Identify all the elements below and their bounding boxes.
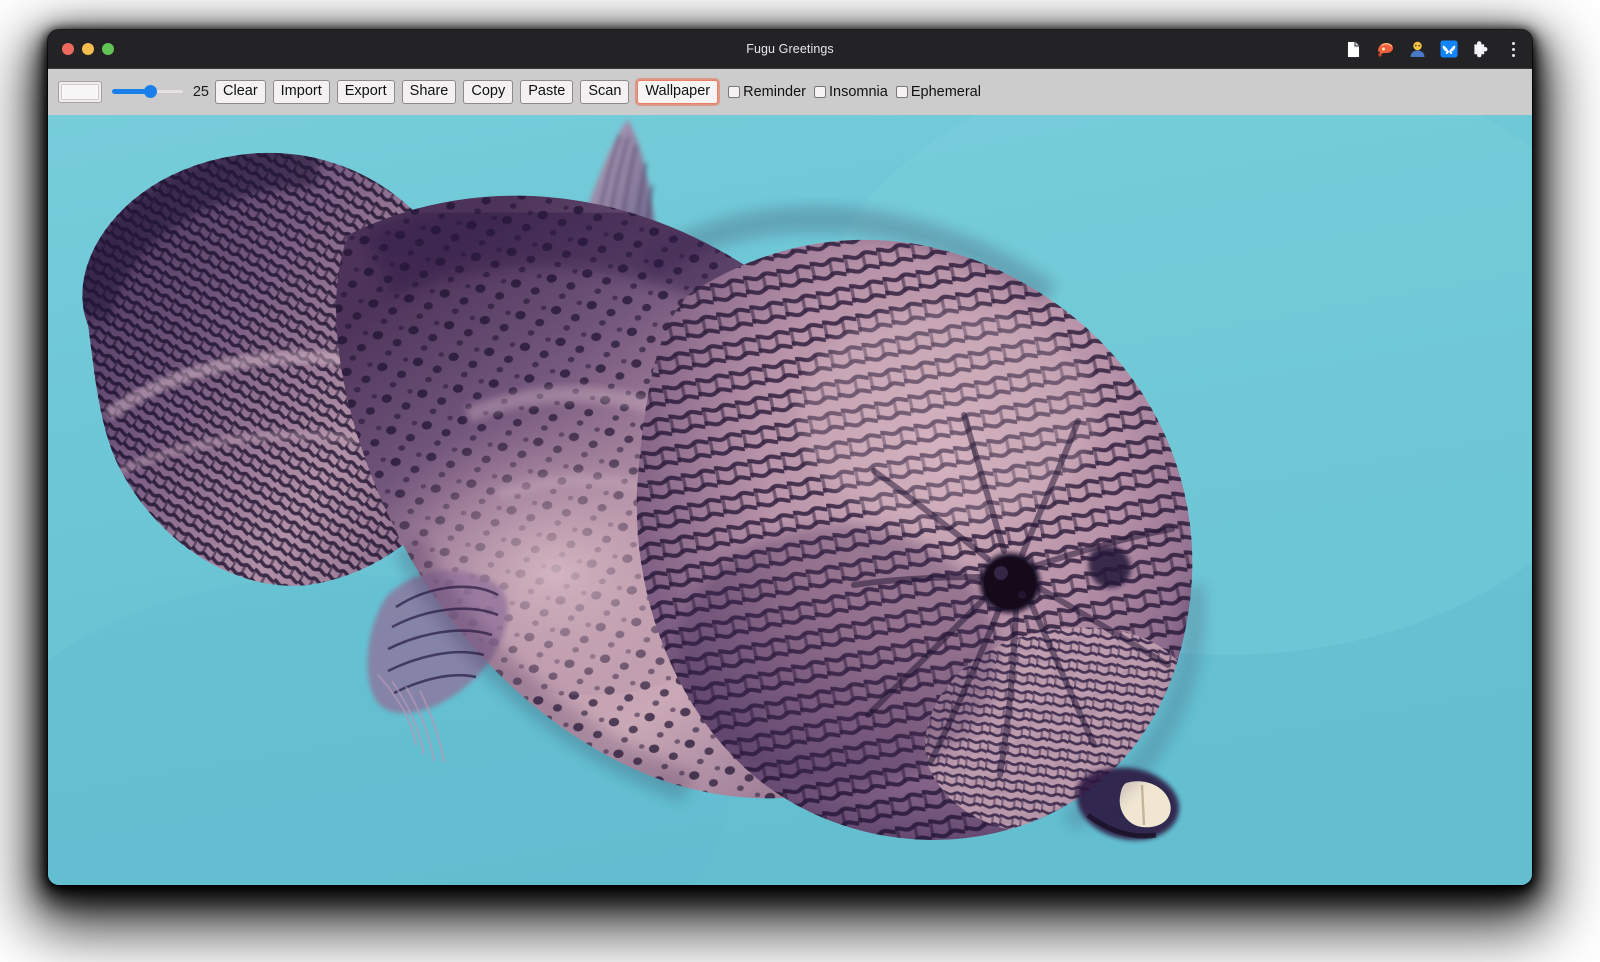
- fish-eye: [980, 553, 1040, 613]
- close-window-button[interactable]: [62, 43, 74, 55]
- export-button[interactable]: Export: [337, 80, 395, 104]
- slider-value-label: 25: [190, 84, 209, 100]
- slider-thumb[interactable]: [144, 85, 157, 98]
- pufferfish-image: [48, 115, 1532, 885]
- clear-button[interactable]: Clear: [215, 80, 266, 104]
- page-document-icon[interactable]: [1342, 38, 1364, 60]
- paste-button[interactable]: Paste: [520, 80, 573, 104]
- bluesky-butterfly-icon[interactable]: [1438, 38, 1460, 60]
- zoom-window-button[interactable]: [102, 43, 114, 55]
- minimize-window-button[interactable]: [82, 43, 94, 55]
- wallpaper-button[interactable]: Wallpaper: [637, 80, 718, 104]
- insomnia-checkbox[interactable]: Insomnia: [814, 84, 888, 101]
- color-picker-input[interactable]: [58, 81, 102, 103]
- window-title: Fugu Greetings: [48, 42, 1532, 56]
- screen: Fugu Greetings: [0, 0, 1600, 962]
- browser-window: Fugu Greetings: [48, 30, 1532, 885]
- insomnia-checkbox-label: Insomnia: [829, 84, 888, 101]
- reminder-checkbox-label: Reminder: [743, 84, 806, 101]
- toolbar-checkbox-group: Reminder Insomnia Ephemeral: [728, 84, 989, 101]
- traffic-lights: [48, 43, 114, 55]
- pen-size-slider[interactable]: [112, 82, 184, 102]
- ephemeral-checkbox-label: Ephemeral: [911, 84, 981, 101]
- profile-avatar-icon[interactable]: [1406, 38, 1428, 60]
- reminder-checkbox-box[interactable]: [728, 86, 740, 98]
- drawing-canvas[interactable]: [48, 115, 1532, 885]
- import-button[interactable]: Import: [273, 80, 330, 104]
- extensions-puzzle-icon[interactable]: [1470, 38, 1492, 60]
- app-toolbar: 25 Clear Import Export Share Copy Paste …: [48, 68, 1532, 115]
- color-picker-swatch: [61, 84, 99, 100]
- copy-button[interactable]: Copy: [463, 80, 513, 104]
- window-titlebar: Fugu Greetings: [48, 30, 1532, 68]
- browser-menu-button[interactable]: [1504, 38, 1522, 60]
- ephemeral-checkbox-box[interactable]: [896, 86, 908, 98]
- bird-mail-icon[interactable]: [1374, 38, 1396, 60]
- ephemeral-checkbox[interactable]: Ephemeral: [896, 84, 981, 101]
- insomnia-checkbox-box[interactable]: [814, 86, 826, 98]
- titlebar-actions: [1342, 30, 1522, 68]
- scan-button[interactable]: Scan: [580, 80, 629, 104]
- reminder-checkbox[interactable]: Reminder: [728, 84, 806, 101]
- share-button[interactable]: Share: [402, 80, 457, 104]
